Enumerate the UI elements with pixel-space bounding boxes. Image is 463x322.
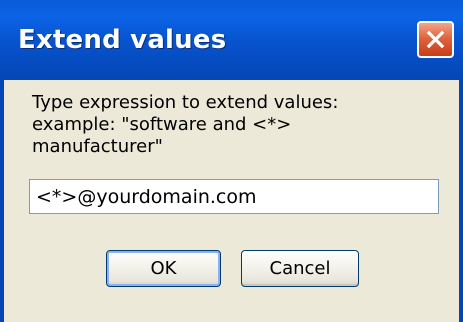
prompt-line-3: manufacturer" bbox=[32, 136, 163, 157]
expression-input[interactable] bbox=[29, 179, 439, 214]
close-icon bbox=[426, 30, 445, 49]
prompt-line-2: example: "software and <*> bbox=[32, 114, 292, 135]
dialog-title: Extend values bbox=[18, 25, 227, 55]
cancel-button[interactable]: Cancel bbox=[241, 250, 359, 287]
prompt-text: Type expression to extend values: exampl… bbox=[32, 92, 452, 158]
close-button[interactable] bbox=[417, 21, 454, 58]
dialog-body: Type expression to extend values: exampl… bbox=[0, 80, 463, 322]
title-bar[interactable]: Extend values bbox=[0, 0, 463, 80]
extend-values-dialog: Extend values Type expression to extend … bbox=[0, 0, 463, 322]
prompt-line-1: Type expression to extend values: bbox=[32, 92, 339, 113]
ok-button[interactable]: OK bbox=[106, 250, 221, 287]
